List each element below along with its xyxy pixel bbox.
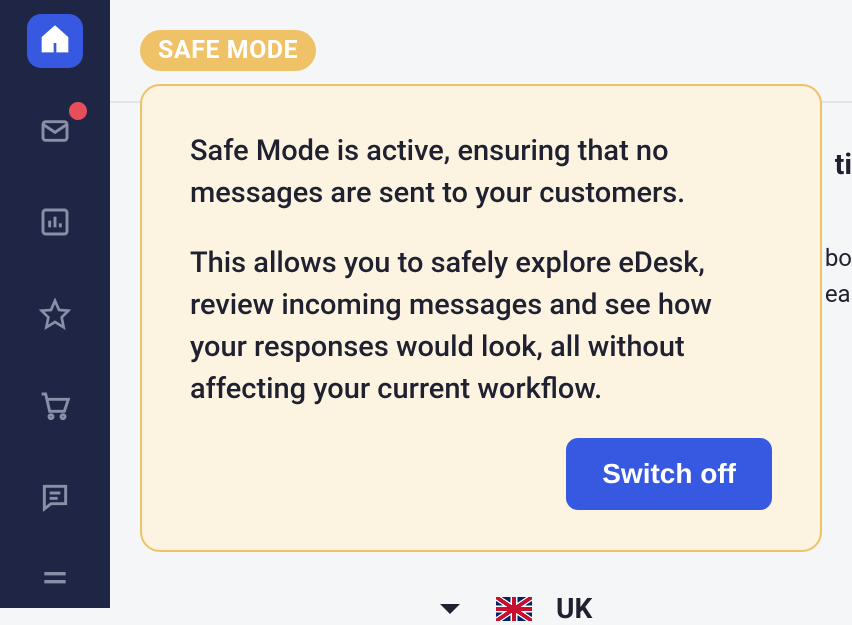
chat-icon [39, 481, 71, 517]
menu-icon [39, 563, 71, 599]
switch-off-button[interactable]: Switch off [566, 438, 772, 510]
sidebar-item-analytics[interactable] [27, 197, 83, 251]
background-text-partial: bo ea [825, 240, 852, 312]
mail-icon [39, 115, 71, 151]
sidebar-item-menu[interactable] [27, 554, 83, 608]
uk-flag-icon [496, 597, 532, 621]
info-paragraph-1: Safe Mode is active, ensuring that no me… [190, 130, 772, 214]
sidebar-item-mail[interactable] [27, 106, 83, 160]
region-label: UK [556, 592, 592, 625]
region-selector[interactable]: UK [440, 592, 592, 625]
home-icon [39, 23, 71, 59]
info-paragraph-2: This allows you to safely explore eDesk,… [190, 242, 772, 410]
info-card-text: Safe Mode is active, ensuring that no me… [190, 130, 772, 410]
sidebar-item-cart[interactable] [27, 381, 83, 435]
notification-dot [69, 102, 87, 120]
sidebar [0, 0, 110, 608]
sidebar-item-chat[interactable] [27, 473, 83, 527]
safe-mode-badge: SAFE MODE [140, 30, 316, 71]
sidebar-item-home[interactable] [27, 14, 83, 68]
background-heading-partial: ti [835, 148, 852, 182]
star-icon [39, 298, 71, 334]
sidebar-item-favorites[interactable] [27, 289, 83, 343]
bar-chart-icon [39, 206, 71, 242]
safe-mode-info-card: Safe Mode is active, ensuring that no me… [140, 84, 822, 552]
cart-icon [39, 390, 71, 426]
chevron-down-icon [440, 604, 460, 614]
